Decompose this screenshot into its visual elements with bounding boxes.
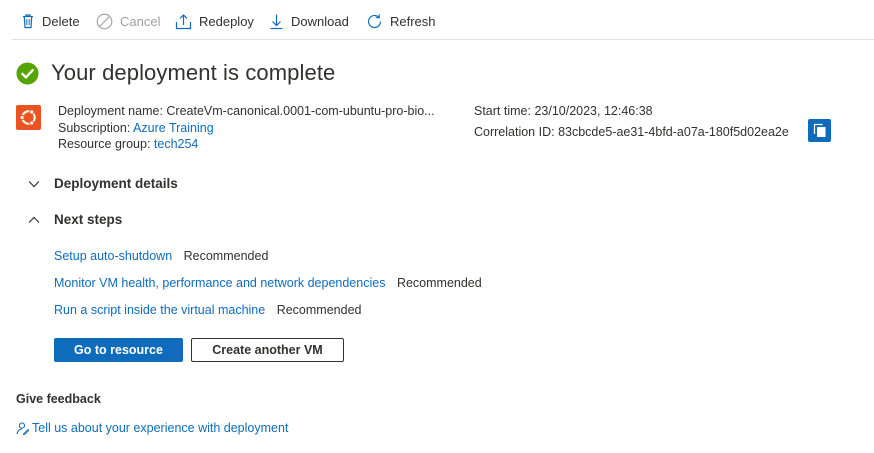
refresh-button[interactable]: Refresh	[366, 10, 436, 32]
copy-icon	[813, 123, 825, 137]
resource-group-row: Resource group: tech254	[58, 136, 435, 153]
chevron-down-icon	[28, 180, 40, 187]
deployment-name-label: Deployment name:	[58, 104, 163, 118]
next-step-item: Monitor VM health, performance and netwo…	[54, 276, 482, 290]
resource-group-label: Resource group:	[58, 137, 151, 151]
cancel-label: Cancel	[120, 13, 161, 29]
next-steps-label: Next steps	[54, 212, 123, 227]
chevron-up-icon	[28, 216, 40, 223]
deployment-info: Deployment name: CreateVm-canonical.0001…	[58, 103, 435, 153]
trash-icon	[23, 14, 33, 29]
page-title: Your deployment is complete	[51, 60, 336, 85]
recommended-tag: Recommended	[183, 249, 269, 263]
deployment-timing-info: Start time: 23/10/2023, 12:46:38 Correla…	[474, 103, 789, 140]
deployment-name-value: CreateVm-canonical.0001-com-ubuntu-pro-b…	[166, 104, 435, 118]
cancel-icon	[96, 13, 113, 29]
correlation-id-label: Correlation ID:	[474, 124, 555, 139]
check-circle-icon	[16, 62, 39, 84]
redeploy-label: Redeploy	[199, 13, 254, 29]
correlation-id-value: 83cbcde5-ae31-4bfd-a07a-180f5d02ea2e	[558, 124, 789, 139]
page-header: Your deployment is complete	[16, 60, 335, 86]
refresh-label: Refresh	[390, 13, 436, 29]
feedback-heading: Give feedback	[16, 392, 101, 406]
download-label: Download	[291, 13, 349, 29]
recommended-tag: Recommended	[396, 276, 482, 290]
monitor-vm-health-link[interactable]: Monitor VM health, performance and netwo…	[54, 276, 385, 290]
next-step-item: Run a script inside the virtual machine …	[54, 303, 361, 317]
ubuntu-logo-icon	[16, 105, 41, 130]
correlation-id-row: Correlation ID: 83cbcde5-ae31-4bfd-a07a-…	[474, 124, 789, 141]
copy-correlation-id-button[interactable]	[808, 119, 831, 142]
feedback-link[interactable]: Tell us about your experience with deplo…	[16, 421, 288, 435]
deployment-details-label: Deployment details	[54, 176, 178, 191]
subscription-row: Subscription: Azure Training	[58, 120, 435, 137]
subscription-link[interactable]: Azure Training	[133, 121, 214, 135]
redeploy-button[interactable]: Redeploy	[175, 10, 254, 32]
start-time-label: Start time:	[474, 104, 531, 118]
subscription-label: Subscription:	[58, 120, 131, 135]
delete-button[interactable]: Delete	[21, 10, 80, 32]
create-another-vm-button[interactable]: Create another VM	[191, 338, 344, 362]
download-icon	[270, 14, 283, 29]
run-script-link[interactable]: Run a script inside the virtual machine	[54, 303, 265, 317]
command-bar: Delete Cancel Redeploy Download Refresh	[0, 0, 874, 40]
go-to-resource-button[interactable]: Go to resource	[54, 338, 183, 362]
next-step-item: Setup auto-shutdown Recommended	[54, 249, 268, 263]
deployment-name-row: Deployment name: CreateVm-canonical.0001…	[58, 103, 435, 120]
upload-icon	[175, 13, 192, 29]
next-steps-toggle[interactable]: Next steps	[28, 212, 122, 227]
feedback-icon	[16, 422, 29, 435]
recommended-tag: Recommended	[276, 303, 362, 317]
download-button[interactable]: Download	[269, 10, 349, 32]
toolbar-divider	[12, 39, 874, 40]
setup-auto-shutdown-link[interactable]: Setup auto-shutdown	[54, 249, 172, 263]
cancel-button[interactable]: Cancel	[96, 10, 160, 32]
feedback-link-label: Tell us about your experience with deplo…	[32, 421, 289, 435]
delete-label: Delete	[42, 13, 80, 29]
start-time-row: Start time: 23/10/2023, 12:46:38	[474, 103, 789, 120]
resource-group-link[interactable]: tech254	[154, 137, 198, 151]
refresh-icon	[367, 13, 382, 28]
deployment-details-toggle[interactable]: Deployment details	[28, 176, 178, 191]
start-time-value: 23/10/2023, 12:46:38	[534, 104, 653, 118]
